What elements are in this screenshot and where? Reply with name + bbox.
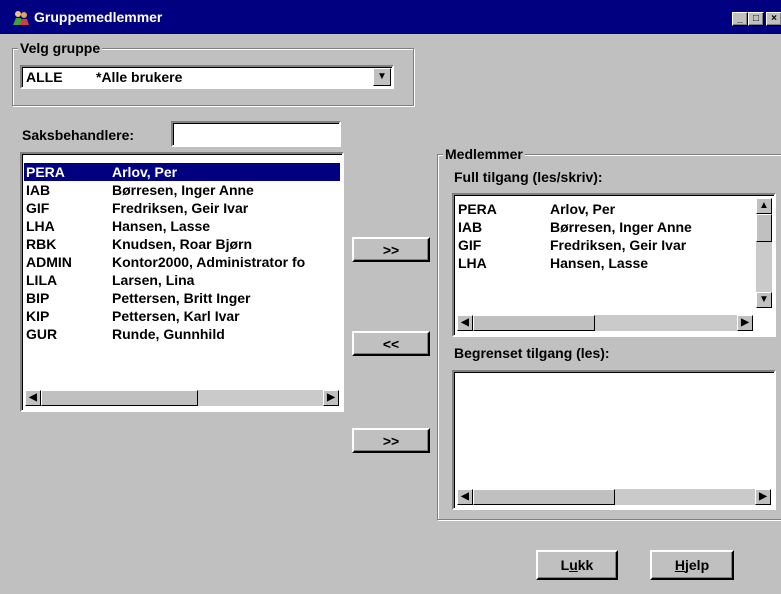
minimize-button[interactable]: _ <box>732 12 748 26</box>
list-item-code: LILA <box>26 272 58 288</box>
list-item[interactable]: LHA Hansen, Lasse <box>24 217 340 235</box>
arrow-right-icon[interactable]: ▶ <box>737 315 753 331</box>
help-label-post: jelp <box>685 557 710 573</box>
list-item-name: Pettersen, Britt Inger <box>112 290 251 306</box>
scroll-thumb[interactable] <box>473 315 595 331</box>
list-item[interactable]: KIP Pettersen, Karl Ivar <box>24 307 340 325</box>
list-item-name: Pettersen, Karl Ivar <box>112 308 240 324</box>
list-item-code: IAB <box>458 219 483 235</box>
limited-access-label: Begrenset tilgang (les): <box>454 345 610 361</box>
list-item-code: RBK <box>26 236 57 252</box>
list-item-name: Arlov, Per <box>550 201 616 217</box>
list-item[interactable]: IAB Børresen, Inger Anne <box>24 181 340 199</box>
limited-access-list[interactable]: ◀ ▶ <box>452 370 776 510</box>
list-item-name: Larsen, Lina <box>112 272 195 288</box>
list-item[interactable]: IAB Børresen, Inger Anne <box>456 218 752 236</box>
list-item-name: Hansen, Lasse <box>112 218 211 234</box>
group-name: *Alle brukere <box>96 69 183 85</box>
list-item-code: PERA <box>458 201 497 217</box>
full-access-label: Full tilgang (les/skriv): <box>454 169 603 185</box>
group-select-label: Velg gruppe <box>18 40 103 56</box>
list-item[interactable]: GIF Fredriksen, Geir Ivar <box>24 199 340 217</box>
close-button[interactable]: Lu kk <box>536 550 618 580</box>
list-item-name: Hansen, Lasse <box>550 255 649 271</box>
window-title: Gruppemedlemmer <box>34 9 163 25</box>
list-item-code: PERA <box>26 164 65 180</box>
arrow-right-icon[interactable]: ▶ <box>323 390 339 406</box>
list-item[interactable]: LILA Larsen, Lina <box>24 271 340 289</box>
list-item-name: Børresen, Inger Anne <box>550 219 692 235</box>
list-item-name: Kontor2000, Administrator fo <box>112 254 306 270</box>
list-item-code: BIP <box>26 290 50 306</box>
saksbehandler-search-input[interactable] <box>171 121 341 147</box>
list-item-code: GIF <box>26 200 50 216</box>
close-window-button[interactable]: × <box>766 12 781 26</box>
arrow-up-icon[interactable]: ▲ <box>756 198 772 214</box>
list-item-name: Arlov, Per <box>112 164 178 180</box>
close-label-post: kk <box>577 557 594 573</box>
list-item[interactable]: GIF Fredriksen, Geir Ivar <box>456 236 752 254</box>
list-item-code: LHA <box>458 255 487 271</box>
help-button[interactable]: Hjelp <box>650 550 734 580</box>
list-item-code: KIP <box>26 308 50 324</box>
list-item-name: Børresen, Inger Anne <box>112 182 254 198</box>
list-item-name: Fredriksen, Geir Ivar <box>112 200 249 216</box>
add-full-access-button[interactable]: >> <box>352 237 430 262</box>
list-item[interactable]: PERA Arlov, Per <box>456 200 752 218</box>
list-item-name: Runde, Gunnhild <box>112 326 225 342</box>
scroll-thumb[interactable] <box>41 390 198 406</box>
maximize-button[interactable]: □ <box>748 12 764 26</box>
list-item[interactable]: LHA Hansen, Lasse <box>456 254 752 272</box>
title-bar[interactable]: Gruppemedlemmer _ □ × <box>0 0 781 34</box>
arrow-left-icon[interactable]: ◀ <box>457 489 473 505</box>
close-label-pre: L <box>560 557 570 573</box>
list-item[interactable]: PERA Arlov, Per <box>24 163 340 181</box>
arrow-left-icon[interactable]: ◀ <box>25 390 41 406</box>
list-item-name: Knudsen, Roar Bjørn <box>112 236 253 252</box>
saksbehandler-list[interactable]: PERA Arlov, Per IAB Børresen, Inger Anne GIF… <box>20 152 344 412</box>
chevron-down-icon[interactable]: ▼ <box>373 68 391 86</box>
group-dropdown[interactable]: ALLE *Alle brukere ▼ <box>20 65 394 89</box>
help-label-mnemonic: H <box>674 557 685 573</box>
arrow-down-icon[interactable]: ▼ <box>756 292 772 308</box>
list-item-code: IAB <box>26 182 51 198</box>
list-item[interactable]: BIP Pettersen, Britt Inger <box>24 289 340 307</box>
list-item-code: ADMIN <box>26 254 72 270</box>
close-label-mnemonic: u <box>569 557 578 573</box>
list-item[interactable]: RBK Knudsen, Roar Bjørn <box>24 235 340 253</box>
full-access-list[interactable]: PERA Arlov, Per IAB Børresen, Inger Anne GIF… <box>452 193 776 337</box>
vertical-scroll-thumb[interactable] <box>756 214 772 242</box>
saksbehandlere-label: Saksbehandlere: <box>22 127 135 143</box>
add-limited-access-button[interactable]: >> <box>352 428 430 453</box>
list-item-name: Fredriksen, Geir Ivar <box>550 237 687 253</box>
list-item[interactable]: ADMIN Kontor2000, Administrator fo <box>24 253 340 271</box>
members-label: Medlemmer <box>443 146 525 162</box>
list-item-code: GIF <box>458 237 482 253</box>
list-item[interactable]: GUR Runde, Gunnhild <box>24 325 340 343</box>
list-item-code: GUR <box>26 326 58 342</box>
group-code: ALLE <box>26 69 63 85</box>
scroll-thumb[interactable] <box>473 489 615 505</box>
arrow-right-icon[interactable]: ▶ <box>755 489 771 505</box>
group-users-icon <box>12 9 30 26</box>
arrow-left-icon[interactable]: ◀ <box>457 315 473 331</box>
list-item-code: LHA <box>26 218 55 234</box>
remove-member-button[interactable]: << <box>352 331 430 356</box>
